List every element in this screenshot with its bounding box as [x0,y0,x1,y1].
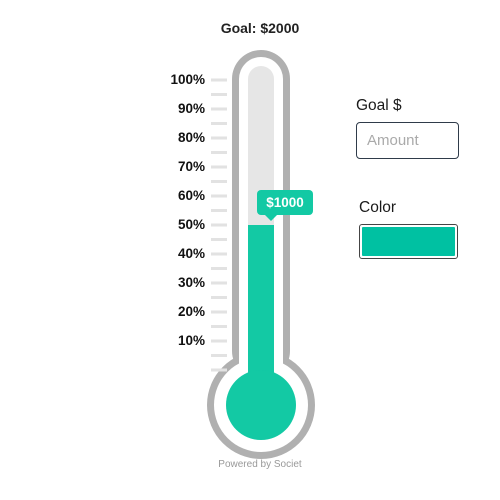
scale-tick [211,310,227,314]
scale-tick [211,325,227,328]
scale-label: 30% [177,275,205,290]
scale-tick [211,180,227,183]
scale-label: 70% [177,159,205,174]
goal-amount-input[interactable] [356,122,459,159]
scale-tick [211,165,227,169]
scale-tick [211,267,227,270]
scale-tick [211,151,227,154]
scale-tick [211,296,227,299]
scale-tick [211,107,227,111]
scale-tick [211,122,227,125]
color-picker-button[interactable] [359,224,458,259]
scale-tick [211,93,227,96]
scale-label: 80% [177,130,205,145]
scale-ticks [211,78,227,372]
scale-label: 50% [177,217,205,232]
thermometer-bulb [226,370,296,440]
scale-label: 20% [177,304,205,319]
scale-tick [211,252,227,256]
scale-tick [211,339,227,343]
color-label: Color [359,199,397,216]
scale-tick [211,223,227,227]
scale-tick [211,281,227,285]
scale-tick [211,238,227,241]
scale-tick [211,209,227,212]
scale-label: 90% [177,101,205,116]
scale-tick [211,136,227,140]
powered-by-text: Powered by Societ [218,459,302,470]
scale-tick [211,368,227,372]
goal-amount-label: Goal $ [356,97,402,114]
scale-tick [211,194,227,198]
scale-tick [211,78,227,82]
thermometer-fill-level [248,225,274,395]
scale-label: 100% [170,72,205,87]
scale-label: 60% [177,188,205,203]
current-amount-bubble: $1000 [257,190,313,221]
color-swatch-fill [362,227,455,256]
scale-label: 10% [177,333,205,348]
scale-tick [211,354,227,357]
scale-label: 40% [177,246,205,261]
